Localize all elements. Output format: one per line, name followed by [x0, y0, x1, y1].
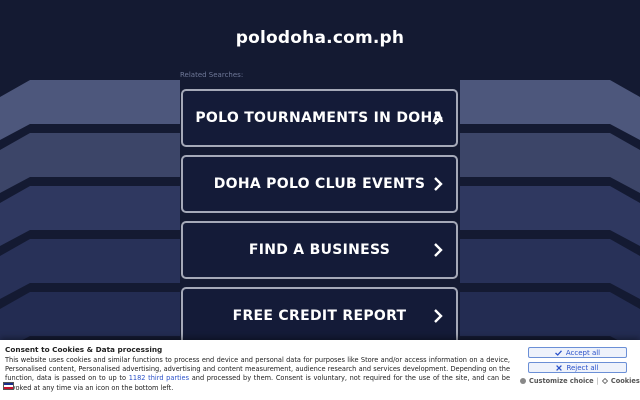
accept-all-label: Accept all	[565, 348, 601, 357]
gear-icon	[520, 378, 526, 384]
third-parties-link[interactable]: 1182 third parties	[129, 374, 189, 382]
link-separator: |	[596, 377, 599, 385]
accept-all-button[interactable]: Accept all	[528, 347, 627, 358]
consent-text: This website uses cookies and similar fu…	[5, 356, 510, 393]
chevron-right-icon	[434, 243, 443, 257]
search-button-label: DOHA POLO CLUB EVENTS	[213, 176, 426, 192]
consent-title: Consent to Cookies & Data processing	[5, 345, 163, 354]
search-button-label: FREE CREDIT REPORT	[232, 308, 407, 324]
search-button-label: FIND A BUSINESS	[248, 242, 391, 258]
search-button-doha-polo-club[interactable]: DOHA POLO CLUB EVENTS	[181, 155, 458, 213]
site-title: polodoha.com.ph	[235, 28, 405, 48]
search-button-polo-tournaments[interactable]: POLO TOURNAMENTS IN DOHA	[181, 89, 458, 147]
reject-all-button[interactable]: Reject all	[528, 362, 627, 373]
flag-icon[interactable]	[3, 382, 14, 390]
cookie-consent-banner: Consent to Cookies & Data processing Thi…	[0, 340, 640, 400]
check-icon	[554, 349, 562, 356]
search-button-label: POLO TOURNAMENTS IN DOHA	[195, 110, 444, 126]
consent-links: Customize choice | Cookies	[520, 377, 640, 385]
search-button-find-business[interactable]: FIND A BUSINESS	[181, 221, 458, 279]
related-searches-label: Related Searches:	[180, 71, 244, 79]
chevron-right-icon	[434, 111, 443, 125]
cookie-icon	[601, 378, 608, 384]
search-button-free-credit-report[interactable]: FREE CREDIT REPORT	[181, 287, 458, 345]
chevron-right-icon	[434, 309, 443, 323]
chevron-right-icon	[434, 177, 443, 191]
customize-choice-link[interactable]: Customize choice	[529, 377, 594, 385]
reject-all-label: Reject all	[566, 363, 599, 372]
cookies-link[interactable]: Cookies	[611, 377, 640, 385]
close-icon	[556, 364, 563, 371]
